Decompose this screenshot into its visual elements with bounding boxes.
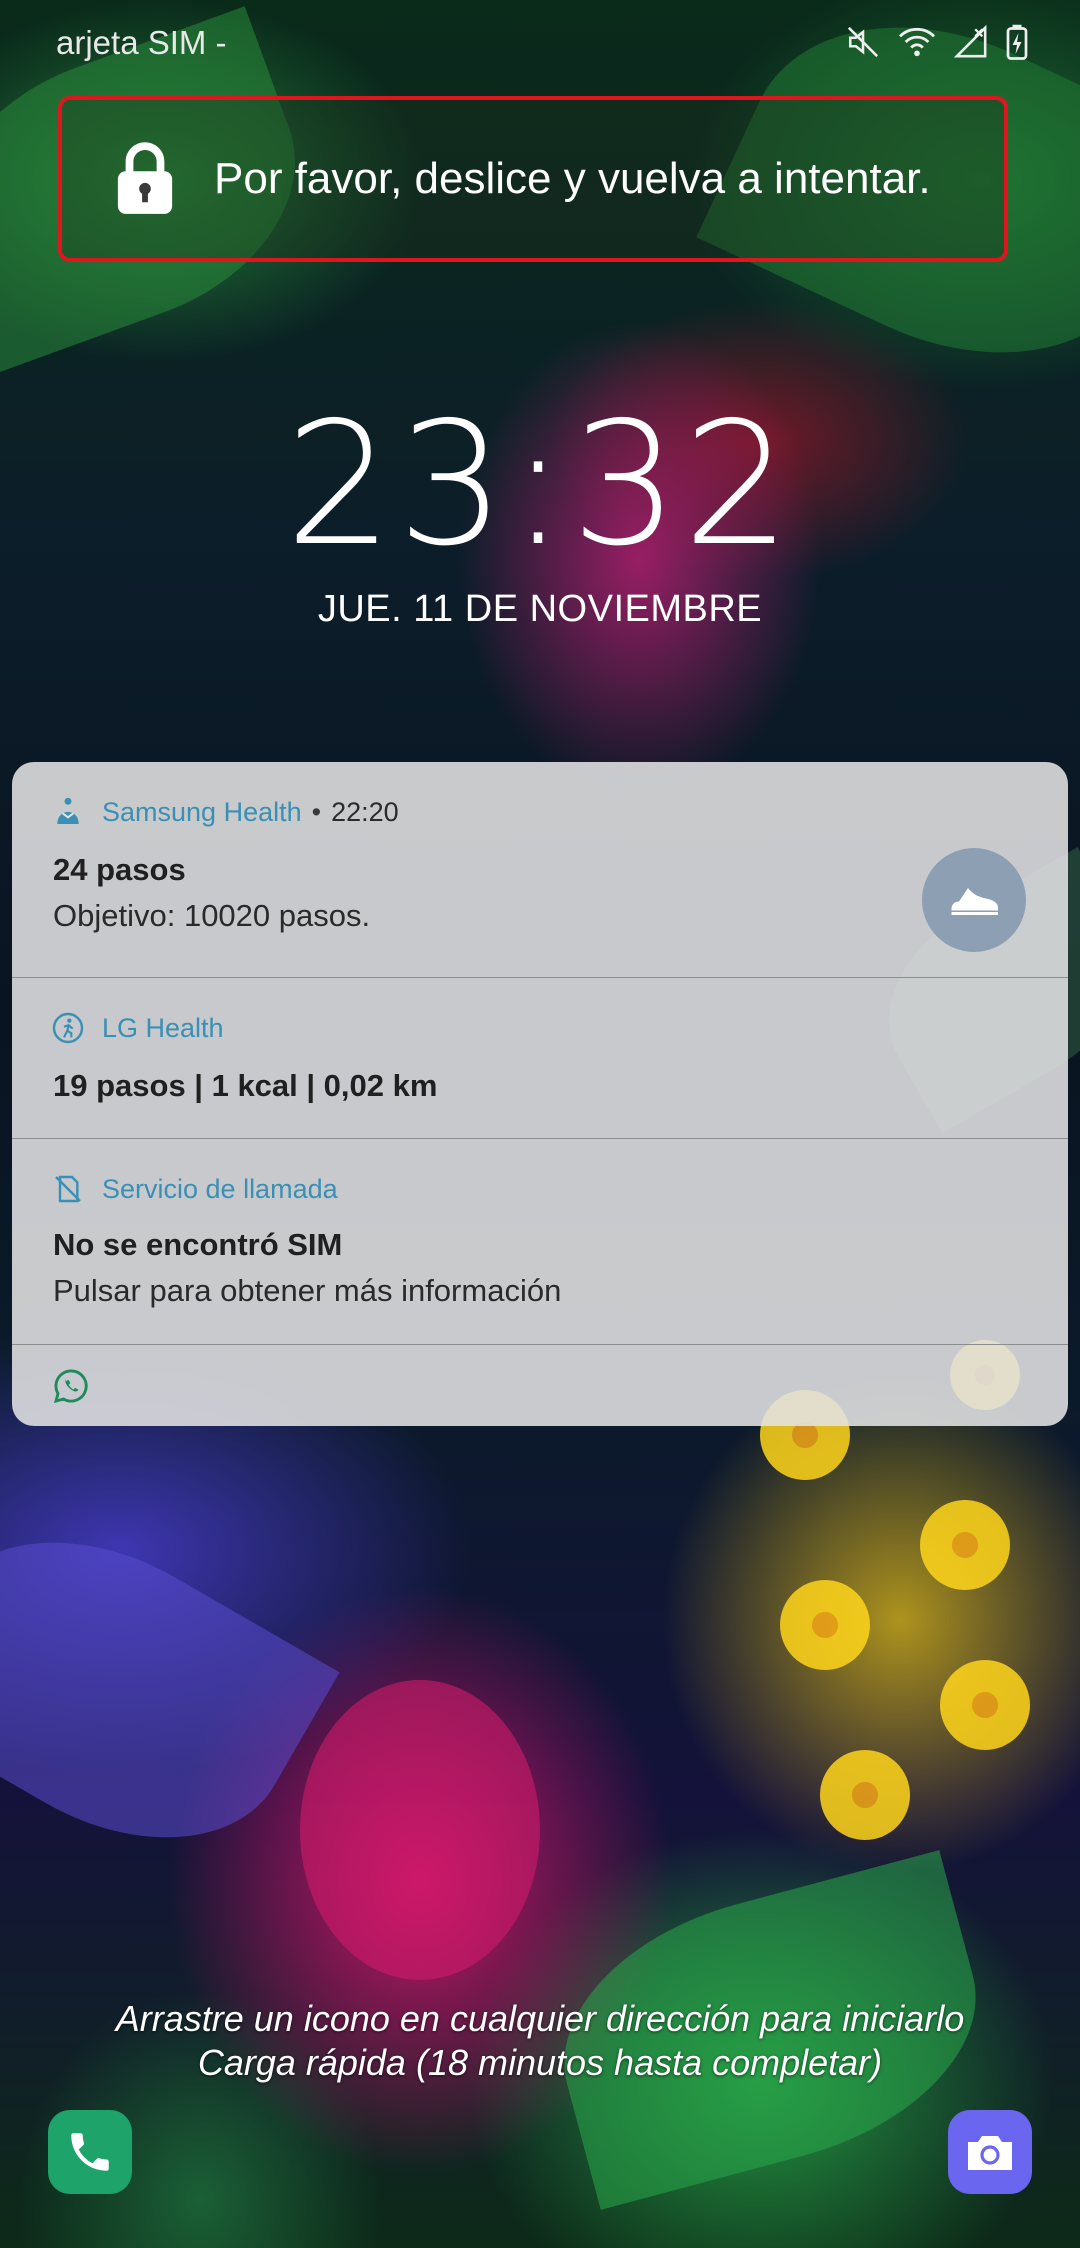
unlock-hint-banner: Por favor, deslice y vuelva a intentar. bbox=[58, 96, 1008, 262]
notification-header: LG Health bbox=[52, 1012, 224, 1044]
notification-header: Servicio de llamada bbox=[52, 1173, 338, 1205]
notification-time: 22:20 bbox=[331, 796, 399, 827]
carrier-label: arjeta SIM - bbox=[56, 24, 227, 61]
notification-body: Pulsar para obtener más información bbox=[53, 1273, 562, 1308]
battery-charging-icon bbox=[1006, 24, 1028, 60]
clock-separator: : bbox=[509, 386, 571, 584]
camera-shortcut-button[interactable] bbox=[948, 2110, 1032, 2194]
notification-samsung-health[interactable]: Samsung Health • 22:20 24 pasos Objetivo… bbox=[12, 762, 1068, 978]
clock-hours: 23 bbox=[285, 386, 510, 584]
status-bar: arjeta SIM - bbox=[0, 0, 1080, 90]
lock-icon bbox=[117, 142, 173, 214]
notification-title: No se encontró SIM bbox=[53, 1227, 343, 1262]
mute-icon bbox=[847, 26, 879, 58]
date-label: JUE. 11 DE NOVIEMBRE bbox=[317, 588, 763, 630]
shoe-icon bbox=[951, 888, 998, 915]
lg-health-icon bbox=[52, 1012, 84, 1044]
clock-minutes: 32 bbox=[570, 386, 795, 584]
camera-icon bbox=[968, 2136, 1012, 2170]
app-name: Servicio de llamada bbox=[102, 1173, 338, 1204]
notification-body: Objetivo: 10020 pasos. bbox=[53, 898, 371, 933]
separator-dot: • bbox=[311, 796, 322, 827]
status-icons bbox=[846, 24, 1028, 60]
phone-shortcut-button[interactable] bbox=[48, 2110, 132, 2194]
app-name: Samsung Health bbox=[102, 796, 302, 827]
no-signal-icon bbox=[954, 25, 987, 58]
shortcut-hint-text: Arrastre un icono en cualquier dirección… bbox=[115, 1998, 965, 2039]
wifi-icon bbox=[899, 27, 935, 57]
samsung-health-icon bbox=[57, 797, 79, 824]
notification-call-service[interactable]: Servicio de llamada No se encontró SIM P… bbox=[12, 1139, 1068, 1345]
unlock-hint-text: Por favor, deslice y vuelva a intentar. bbox=[214, 154, 931, 203]
shoe-action-button[interactable] bbox=[922, 848, 1026, 952]
notification-header: Samsung Health • 22:20 bbox=[52, 796, 399, 828]
charging-status-text: Carga rápida (18 minutos hasta completar… bbox=[197, 2042, 883, 2083]
clock: 23:32 bbox=[0, 400, 1080, 570]
notification-panel: Samsung Health • 22:20 24 pasos Objetivo… bbox=[12, 762, 1068, 1426]
phone-icon bbox=[71, 2133, 109, 2171]
notification-title: 24 pasos bbox=[53, 852, 186, 887]
no-sim-icon bbox=[55, 1175, 81, 1203]
notification-title: 19 pasos | 1 kcal | 0,02 km bbox=[53, 1068, 438, 1103]
whatsapp-icon bbox=[53, 1369, 88, 1404]
app-name: LG Health bbox=[102, 1012, 224, 1043]
notification-whatsapp[interactable] bbox=[12, 1345, 1068, 1426]
notification-lg-health[interactable]: LG Health 19 pasos | 1 kcal | 0,02 km bbox=[12, 978, 1068, 1139]
